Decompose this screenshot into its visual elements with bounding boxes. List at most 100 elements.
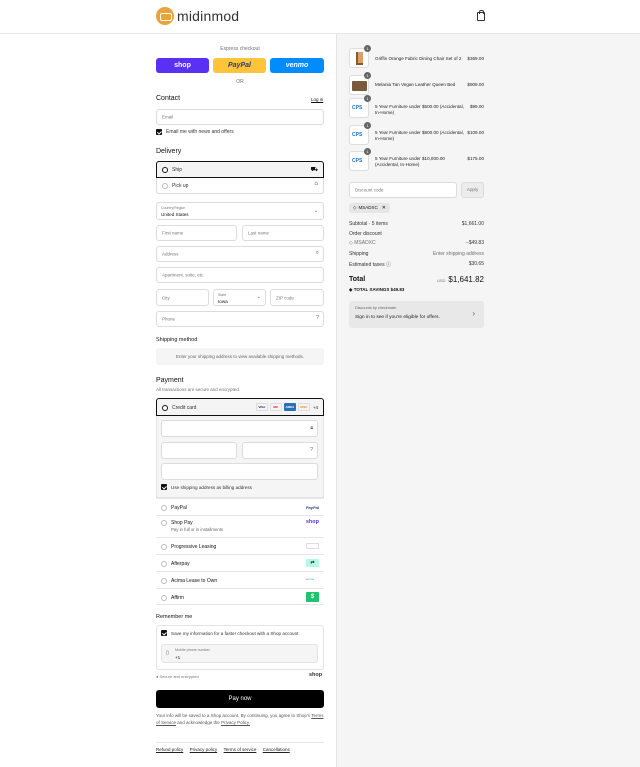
affirm-radio[interactable]: [161, 595, 167, 601]
ship-option[interactable]: Ship ⛟: [156, 161, 324, 178]
shipping-value: Enter shipping address: [432, 251, 484, 257]
credit-card-radio[interactable]: [162, 405, 168, 411]
brand-name: midinmod: [177, 8, 240, 24]
cancellations-link[interactable]: Cancellations: [263, 747, 290, 752]
pickup-radio[interactable]: [162, 183, 168, 189]
ship-radio[interactable]: [162, 167, 168, 173]
venmo-button[interactable]: venmo: [270, 58, 324, 73]
login-link[interactable]: Log in: [311, 97, 323, 102]
pickup-label: Pick up: [172, 183, 189, 189]
privacy-link[interactable]: Privacy Policy.: [221, 720, 250, 725]
mastercard-icon: MC: [269, 403, 282, 411]
quantity-badge: 1: [364, 122, 371, 129]
payment-title: Payment: [156, 377, 184, 384]
item-thumbnail-cps: CPS 1: [349, 95, 371, 118]
zip-field[interactable]: ZIP code: [270, 289, 324, 306]
shop-pay-radio[interactable]: [161, 520, 167, 526]
help-icon[interactable]: ?: [310, 447, 313, 453]
email-field[interactable]: Email: [156, 109, 324, 125]
item-name: 5 Year Furniture under $500.00 (Accident…: [375, 104, 464, 115]
or-divider: OR: [236, 79, 244, 85]
acima-option[interactable]: Acima Lease to Own acima: [156, 571, 324, 588]
privacy-policy-link[interactable]: Privacy policy: [190, 747, 218, 752]
shop-pay-label: Shop Pay: [171, 520, 193, 526]
item-thumbnail-cps: CPS 1: [349, 122, 371, 145]
item-name: Melania Tan Vegan Leather Queen Bed: [375, 82, 456, 87]
paypal-option[interactable]: PayPal PayPal: [156, 498, 324, 515]
refund-policy-link[interactable]: Refund policy: [156, 747, 183, 752]
lock-icon: 🔒︎: [310, 425, 313, 431]
shop-pay-button[interactable]: shop: [156, 58, 209, 73]
expiry-field[interactable]: [161, 442, 237, 459]
credit-card-label: Credit card: [172, 405, 197, 411]
acima-label: Acima Lease to Own: [171, 578, 218, 584]
chevron-down-icon: ⌄: [256, 294, 261, 300]
header: midinmod: [0, 0, 640, 34]
terms-of-service-link[interactable]: Terms of service: [224, 747, 257, 752]
last-name-field[interactable]: Last name: [242, 225, 324, 241]
acima-radio[interactable]: [161, 578, 167, 584]
billing-checkbox[interactable]: [161, 484, 167, 490]
order-summary-panel: [336, 34, 640, 767]
quantity-badge: 1: [364, 148, 371, 155]
help-icon[interactable]: ⓘ: [386, 262, 391, 268]
discount-code-field[interactable]: Discount code: [349, 182, 457, 198]
bed-image: [352, 81, 367, 91]
store-icon: ⌂: [314, 181, 318, 187]
checkmate-promo[interactable]: Discounts by checkmate. Sign in to see i…: [349, 301, 484, 328]
item-thumbnail-bed: 1: [349, 72, 371, 95]
apply-button[interactable]: Apply: [461, 182, 484, 198]
pay-now-button[interactable]: Pay now: [156, 690, 324, 708]
brand-logo[interactable]: midinmod: [156, 7, 239, 25]
first-name-field[interactable]: First name: [156, 225, 237, 241]
shopping-bag-icon[interactable]: [477, 10, 485, 21]
progressive-option[interactable]: Progressive Leasing: [156, 537, 324, 554]
save-info-checkbox[interactable]: [161, 630, 167, 636]
afterpay-logo-icon: ⇄: [306, 559, 319, 567]
cps-logo: CPS: [352, 132, 363, 138]
close-icon[interactable]: ✕: [382, 203, 386, 213]
shipping-method-note: Enter your shipping address to view avai…: [156, 348, 324, 365]
shipping-method-title: Shipping method: [156, 337, 198, 343]
visa-icon: VISA: [255, 403, 268, 411]
card-brands: VISA MC AMEX DISC +4: [254, 403, 318, 411]
currency-label: USD: [436, 278, 446, 283]
affirm-label: Affirm: [171, 595, 184, 601]
help-icon[interactable]: ?: [316, 315, 319, 321]
item-name: 5 Year Furniture under $10,000.00 (Accid…: [375, 156, 445, 167]
paypal-button[interactable]: PayPal: [213, 58, 266, 73]
phone-field[interactable]: Phone?: [156, 311, 324, 327]
paypal-radio[interactable]: [161, 505, 167, 511]
apartment-field[interactable]: Apartment, suite, etc.: [156, 267, 324, 283]
payment-subtitle: All transactions are secure and encrypte…: [156, 387, 241, 392]
shop-pay-sub: Pay in full or in installments: [171, 527, 224, 532]
remember-title: Remember me: [156, 614, 193, 620]
order-discount-label: Order discount: [349, 231, 382, 237]
shop-pay-option[interactable]: Shop Pay Pay in full or in installments …: [156, 515, 324, 537]
shipping-label: Shipping: [349, 251, 369, 257]
mobile-phone-field[interactable]: ▯ Mobile phone number +1: [161, 644, 318, 663]
mobile-icon: ▯: [166, 650, 169, 656]
news-checkbox[interactable]: [156, 129, 162, 135]
name-on-card-field[interactable]: [161, 463, 318, 480]
afterpay-option[interactable]: Afterpay ⇄: [156, 554, 324, 571]
item-price: $109.00: [467, 130, 484, 135]
card-number-field[interactable]: 🔒︎: [161, 420, 318, 437]
total-amount: $1,641.82: [448, 275, 484, 284]
item-price: $175.00: [467, 156, 484, 161]
discount-code-row: ◇ MSADXC: [349, 240, 376, 246]
item-thumbnail-chair: 1: [349, 45, 371, 68]
security-code-field[interactable]: ?: [242, 442, 318, 459]
afterpay-label: Afterpay: [171, 561, 190, 567]
afterpay-radio[interactable]: [161, 561, 167, 567]
city-field[interactable]: City: [156, 289, 209, 306]
pickup-option[interactable]: Pick up ⌂: [156, 178, 324, 194]
state-select[interactable]: State Iowa ⌄: [213, 289, 266, 306]
country-select[interactable]: Country/Region United States ⌄: [156, 202, 324, 220]
affirm-option[interactable]: Affirm $: [156, 588, 324, 605]
credit-card-option[interactable]: Credit card VISA MC AMEX DISC +4: [156, 398, 324, 416]
progressive-radio[interactable]: [161, 544, 167, 550]
item-thumbnail-cps: CPS 1: [349, 148, 371, 171]
cash-app-icon: $: [306, 592, 319, 602]
address-field[interactable]: Address ⌕: [156, 246, 324, 262]
